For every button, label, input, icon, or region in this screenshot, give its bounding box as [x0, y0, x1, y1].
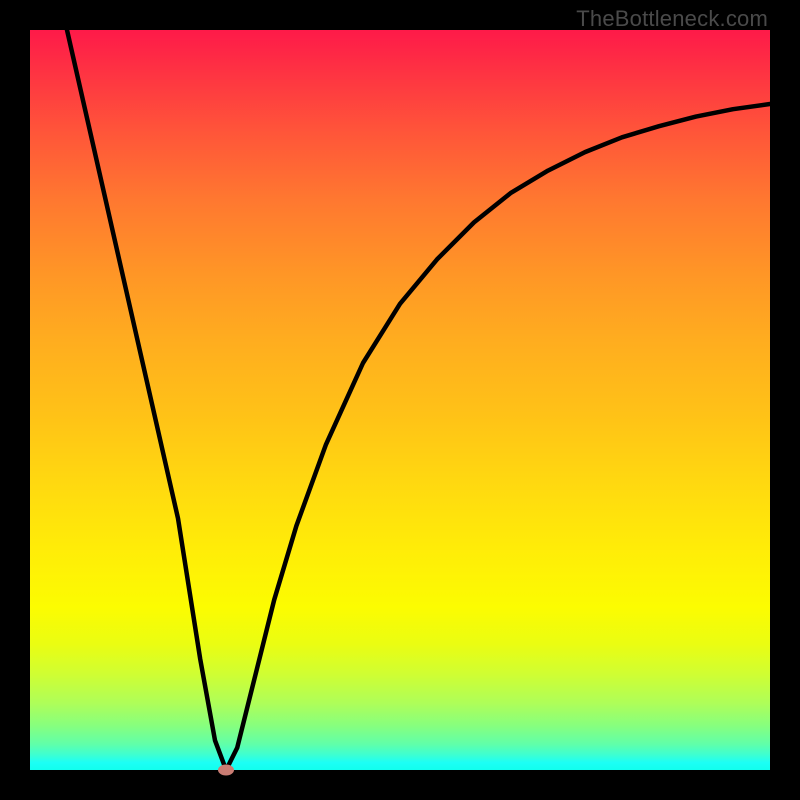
bottleneck-curve-path [67, 30, 770, 770]
curve-svg [30, 30, 770, 770]
watermark-text: TheBottleneck.com [576, 6, 768, 32]
chart-frame: TheBottleneck.com [0, 0, 800, 800]
minimum-marker [218, 765, 234, 776]
plot-area [30, 30, 770, 770]
